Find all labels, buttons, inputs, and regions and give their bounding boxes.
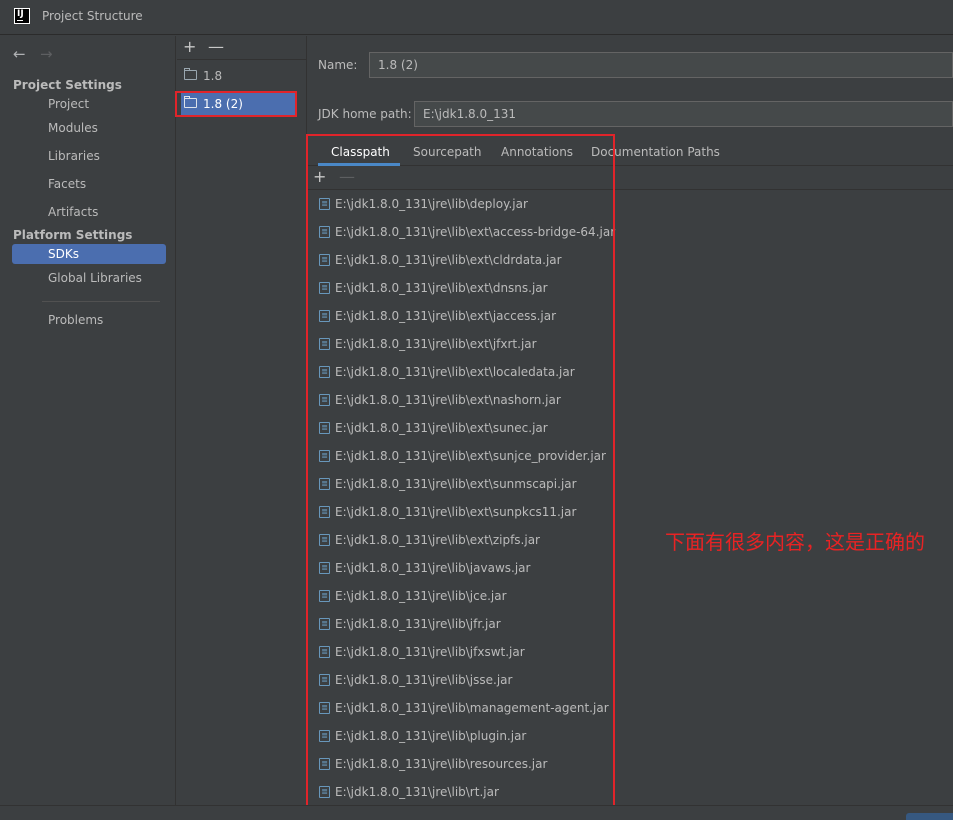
nav-item-artifacts[interactable]: Artifacts [12,202,166,222]
sdk-list-panel: + — 1.8 1.8 (2) [177,36,307,820]
nav-item-sdks[interactable]: SDKs [12,244,166,264]
jdk-home-label: JDK home path: [318,107,412,121]
sdk-item-label: 1.8 [203,69,223,83]
intellij-logo-icon: IJ [14,8,30,24]
add-sdk-button[interactable]: + [183,38,196,56]
remove-sdk-button[interactable]: — [208,38,224,56]
project-settings-header: Project Settings [13,78,122,92]
nav-item-facets[interactable]: Facets [12,174,166,194]
sdk-toolbar: + — [177,36,307,60]
nav-separator [42,301,160,302]
nav-item-project[interactable]: Project [12,94,166,114]
bottom-bar [0,805,953,820]
annotation-text: 下面有很多内容，这是正确的 [665,530,925,554]
title-bar: IJ Project Structure [0,0,953,35]
ok-button[interactable] [906,813,953,820]
name-label: Name: [318,58,358,72]
folder-sdk-icon [184,68,197,80]
nav-item-global-libraries[interactable]: Global Libraries [12,268,166,288]
window-title: Project Structure [42,9,143,23]
left-navigation: ← → Project Settings Project Modules Lib… [0,36,176,820]
classpath-highlight-box [306,134,615,810]
forward-arrow-icon[interactable]: → [40,45,53,63]
sdk-highlight-box [175,91,297,117]
sdk-item[interactable]: 1.8 [177,65,297,87]
back-arrow-icon[interactable]: ← [13,45,26,63]
jdk-home-path-field[interactable]: E:\jdk1.8.0_131 [414,101,953,127]
nav-item-modules[interactable]: Modules [12,118,166,138]
name-field[interactable]: 1.8 (2) [369,52,953,78]
platform-settings-header: Platform Settings [13,228,133,242]
nav-item-problems[interactable]: Problems [12,310,166,330]
nav-item-libraries[interactable]: Libraries [12,146,166,166]
